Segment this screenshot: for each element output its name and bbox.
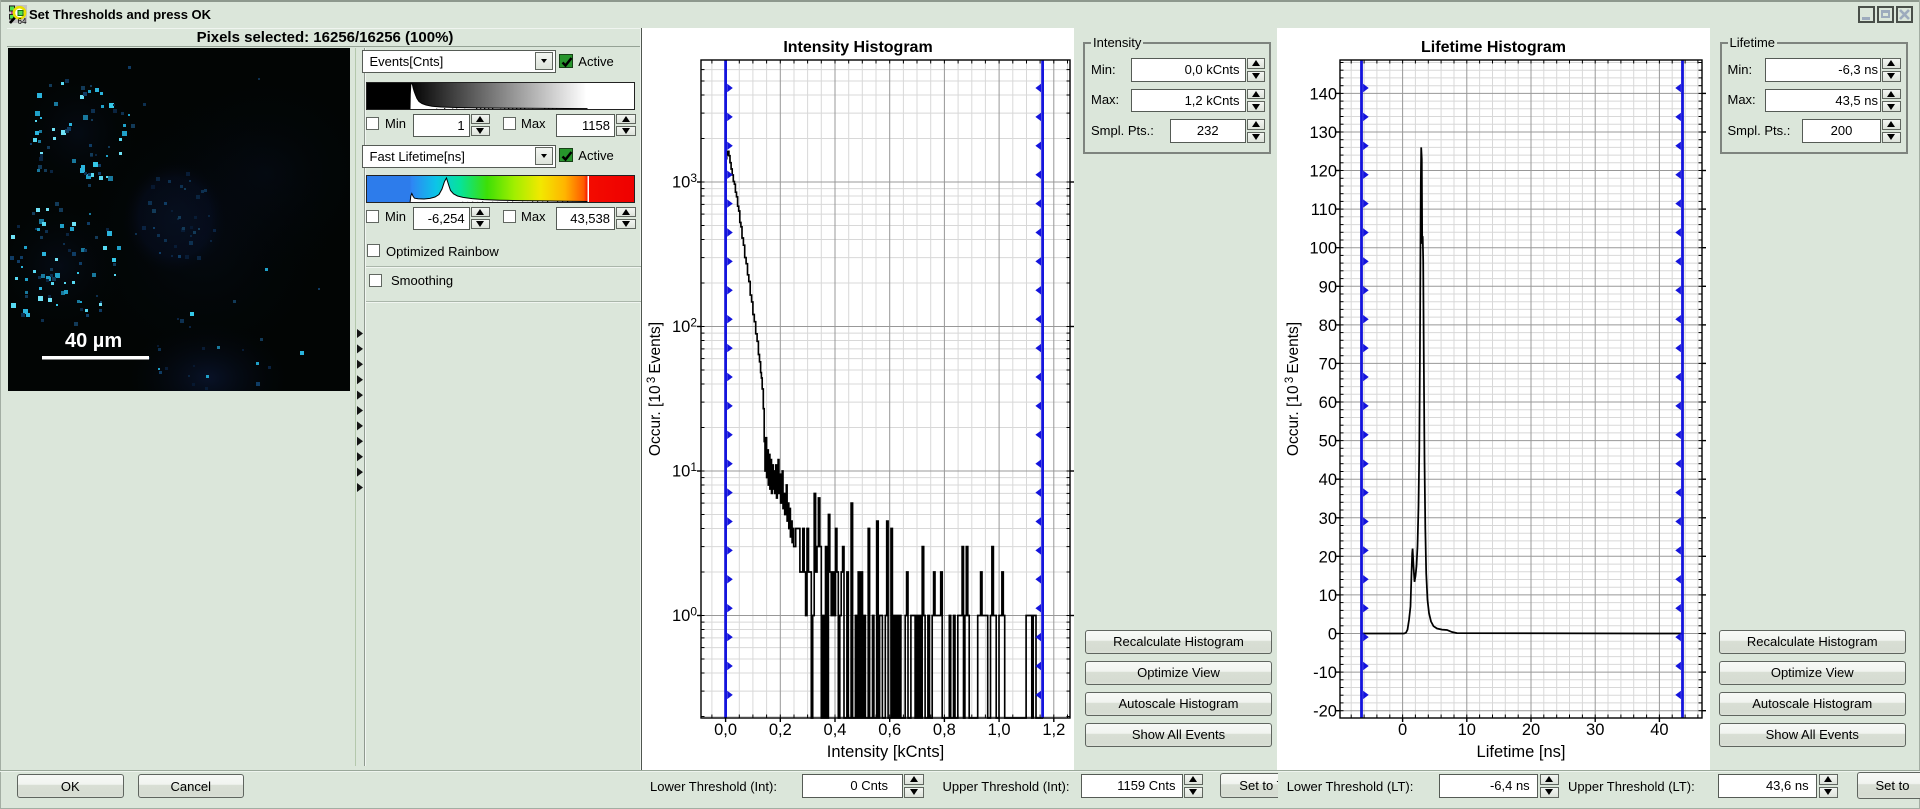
svg-text:50: 50 (1319, 433, 1337, 451)
svg-text:30: 30 (1586, 721, 1604, 739)
svg-text:0,6: 0,6 (878, 721, 901, 739)
svg-text:Occur. [10 3 Events]: Occur. [10 3 Events] (1284, 322, 1302, 456)
svg-text:40: 40 (1650, 721, 1668, 739)
svg-text:120: 120 (1309, 163, 1337, 181)
svg-text:0,2: 0,2 (769, 721, 792, 739)
svg-text:1,0: 1,0 (988, 721, 1011, 739)
svg-text:140: 140 (1309, 85, 1337, 103)
svg-text:110: 110 (1311, 201, 1337, 219)
svg-text:100: 100 (1309, 240, 1337, 258)
svg-text:Intensity Histogram: Intensity Histogram (783, 39, 932, 56)
svg-text:0,8: 0,8 (933, 721, 956, 739)
svg-text:20: 20 (1522, 721, 1540, 739)
svg-text:40: 40 (1319, 471, 1337, 489)
svg-text:130: 130 (1309, 124, 1337, 142)
svg-text:Intensity [kCnts]: Intensity [kCnts] (827, 743, 944, 761)
svg-text:80: 80 (1319, 317, 1337, 335)
svg-text:20: 20 (1319, 548, 1337, 566)
svg-text:10: 10 (1319, 587, 1337, 605)
svg-text:0,0: 0,0 (714, 721, 737, 739)
svg-text:Lifetime [ns]: Lifetime [ns] (1477, 743, 1566, 761)
svg-text:-10: -10 (1313, 664, 1337, 682)
svg-text:0,4: 0,4 (824, 721, 847, 739)
svg-text:90: 90 (1319, 278, 1337, 296)
svg-text:64: 64 (18, 17, 27, 25)
svg-text:Lifetime Histogram: Lifetime Histogram (1421, 39, 1566, 56)
svg-text:40 µm: 40 µm (65, 330, 122, 352)
svg-text:60: 60 (1319, 394, 1337, 412)
svg-text:70: 70 (1319, 355, 1337, 373)
svg-text:10: 10 (1458, 721, 1476, 739)
svg-text:0: 0 (1328, 626, 1337, 644)
svg-text:30: 30 (1319, 510, 1337, 528)
svg-text:-20: -20 (1313, 703, 1337, 721)
svg-text:0: 0 (1398, 721, 1407, 739)
svg-text:1,2: 1,2 (1042, 721, 1065, 739)
svg-text:Occur. [10 3 Events]: Occur. [10 3 Events] (646, 322, 664, 456)
